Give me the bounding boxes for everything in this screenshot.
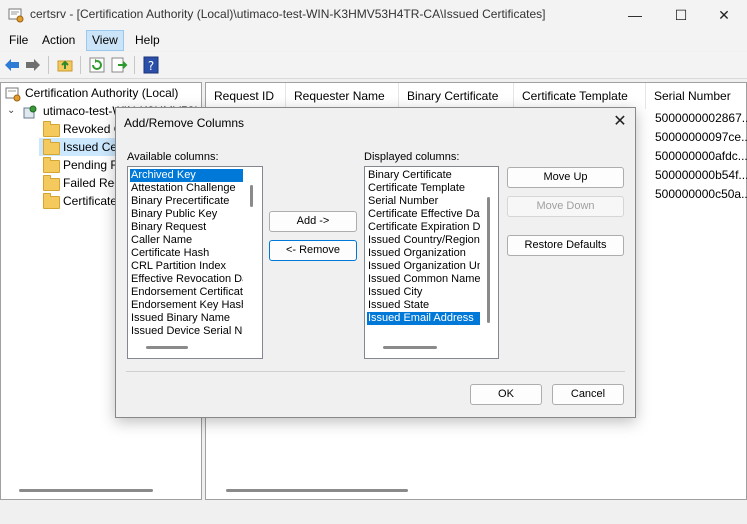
displayed-column-item[interactable]: Issued City (367, 286, 422, 299)
displayed-column-item[interactable]: Binary Certificate (367, 169, 452, 182)
cancel-button[interactable]: Cancel (552, 384, 624, 405)
restore-defaults-button[interactable]: Restore Defaults (507, 235, 624, 256)
title-bar: certsrv - [Certification Authority (Loca… (0, 0, 747, 30)
expand-chevron-icon[interactable]: ⌄ (7, 105, 15, 116)
folder-icon (43, 175, 60, 191)
displayed-column-item[interactable]: Issued Organization (367, 247, 466, 260)
folder-icon (43, 139, 60, 155)
available-column-item[interactable]: Issued Device Serial Number (130, 325, 243, 338)
available-column-item[interactable]: CRL Partition Index (130, 260, 226, 273)
close-window-button[interactable]: ✕ (701, 0, 747, 30)
displayed-column-item[interactable]: Certificate Expiration Date (367, 221, 480, 234)
available-horizontal-scrollbar[interactable] (146, 346, 188, 349)
displayed-column-item[interactable]: Issued Email Address (367, 312, 480, 325)
menu-bar: File Action View Help (0, 30, 747, 51)
move-up-button[interactable]: Move Up (507, 167, 624, 188)
available-columns-label: Available columns: (127, 151, 219, 163)
tree-horizontal-scrollbar[interactable] (19, 489, 153, 492)
column-header-certificate-template[interactable]: Certificate Template (514, 83, 646, 109)
status-bar (0, 502, 747, 524)
displayed-column-item[interactable]: Certificate Effective Date (367, 208, 480, 221)
displayed-horizontal-scrollbar[interactable] (383, 346, 437, 349)
ok-button[interactable]: OK (470, 384, 542, 405)
menu-file[interactable]: File (4, 31, 33, 50)
dialog-close-icon[interactable]: ✕ (610, 113, 630, 133)
toolbar-separator (48, 56, 49, 74)
available-column-item[interactable]: Binary Precertificate (130, 195, 229, 208)
refresh-icon[interactable] (88, 56, 106, 74)
available-vertical-scrollbar[interactable] (250, 185, 253, 207)
available-column-item[interactable]: Archived Key (130, 169, 243, 182)
displayed-vertical-scrollbar[interactable] (487, 197, 490, 323)
available-column-item[interactable]: Endorsement Key Hash (130, 299, 243, 312)
available-columns-list[interactable]: Archived Key Attestation Challenge Binar… (127, 166, 263, 359)
maximize-button[interactable]: ☐ (658, 0, 704, 30)
displayed-column-item[interactable]: Issued Common Name (367, 273, 481, 286)
export-list-icon[interactable] (110, 56, 128, 74)
certificate-app-icon (8, 8, 24, 23)
svg-text:?: ? (148, 59, 154, 73)
displayed-column-item[interactable]: Serial Number (367, 195, 438, 208)
available-column-item[interactable]: Binary Public Key (130, 208, 217, 221)
folder-icon (43, 157, 60, 173)
column-header-requester-name[interactable]: Requester Name (286, 83, 399, 109)
serial-number-cell: 50000000097ce... (655, 130, 747, 144)
back-arrow-icon[interactable] (3, 56, 21, 74)
dialog-divider (126, 371, 625, 372)
menu-view[interactable]: View (86, 30, 124, 51)
folder-icon (43, 193, 60, 209)
help-icon[interactable]: ? (142, 56, 160, 74)
toolbar-separator (134, 56, 135, 74)
available-column-item[interactable]: Effective Revocation Date (130, 273, 243, 286)
serial-number-cell: 5000000002867... (655, 111, 747, 125)
column-header-request-id[interactable]: Request ID (206, 83, 286, 109)
add-remove-columns-dialog: Add/Remove Columns ✕ Available columns: … (115, 107, 636, 418)
serial-number-cell: 500000000b54f... (655, 168, 747, 182)
available-column-item[interactable]: Issued Binary Name (130, 312, 243, 325)
toolbar-separator (80, 56, 81, 74)
available-column-item[interactable]: Attestation Challenge (130, 182, 236, 195)
available-column-item[interactable]: Caller Name (130, 234, 192, 247)
dialog-title: Add/Remove Columns (124, 116, 245, 130)
folder-icon (43, 121, 60, 137)
forward-arrow-icon[interactable] (24, 56, 42, 74)
certification-authority-icon (5, 87, 21, 102)
toolbar: ? (0, 52, 747, 79)
tree-root[interactable]: Certification Authority (Local) (25, 84, 178, 102)
window-title: certsrv - [Certification Authority (Loca… (30, 7, 546, 21)
minimize-button[interactable]: — (612, 0, 658, 30)
ca-server-icon (23, 105, 37, 119)
available-column-item[interactable]: Certificate Hash (130, 247, 209, 260)
serial-number-cell: 500000000c50a... (655, 187, 747, 201)
column-header-binary-certificate[interactable]: Binary Certificate (399, 83, 514, 109)
column-header-serial-number[interactable]: Serial Number (646, 83, 746, 109)
add-button[interactable]: Add -> (269, 211, 357, 232)
displayed-column-item[interactable]: Certificate Template (367, 182, 465, 195)
displayed-column-item[interactable]: Issued Country/Region (367, 234, 480, 247)
list-horizontal-scrollbar[interactable] (226, 489, 408, 492)
displayed-column-item[interactable]: Issued Organization Unit (367, 260, 480, 273)
displayed-columns-list[interactable]: Binary Certificate Certificate Template … (364, 166, 499, 359)
available-column-item[interactable]: Endorsement Certificate (130, 286, 243, 299)
menu-help[interactable]: Help (130, 31, 165, 50)
menu-action[interactable]: Action (37, 31, 80, 50)
displayed-columns-label: Displayed columns: (364, 151, 460, 163)
serial-number-cell: 500000000afdc... (655, 149, 747, 163)
move-down-button[interactable]: Move Down (507, 196, 624, 217)
up-folder-icon[interactable] (56, 56, 74, 74)
available-column-item[interactable]: Binary Request (130, 221, 206, 234)
displayed-column-item[interactable]: Issued State (367, 299, 429, 312)
remove-button[interactable]: <- Remove (269, 240, 357, 261)
